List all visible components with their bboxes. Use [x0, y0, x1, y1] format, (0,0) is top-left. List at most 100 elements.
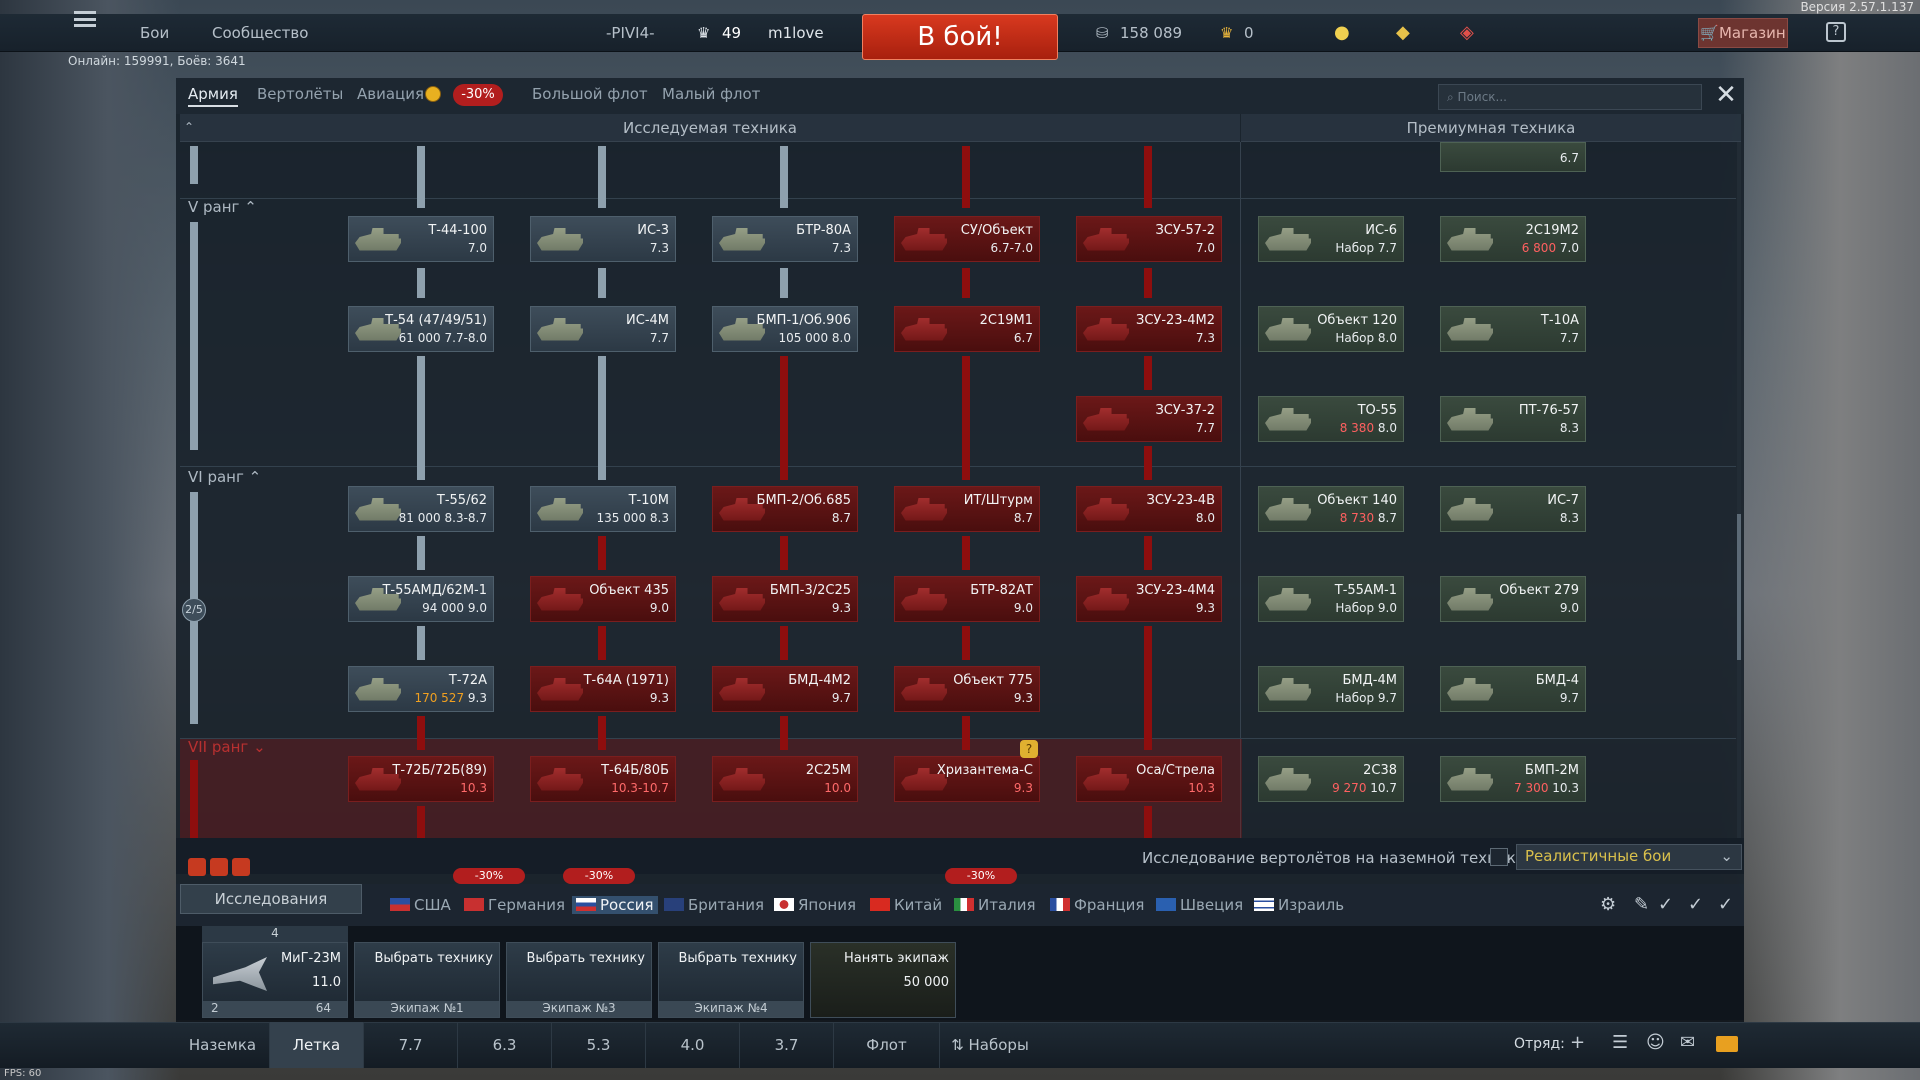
- vehicle-card[interactable]: БТР-82АТ 9.0: [894, 576, 1040, 622]
- tab-aviation[interactable]: Авиация: [357, 85, 424, 103]
- friends-icon[interactable]: ☺: [1646, 1032, 1665, 1053]
- vehicle-card[interactable]: Т-72А 170 527 9.3: [348, 666, 494, 712]
- preset-tab[interactable]: 4.0: [646, 1022, 740, 1068]
- boost-icon[interactable]: [188, 858, 206, 876]
- hire-crew-slot[interactable]: Нанять экипаж 50 000: [810, 942, 956, 1018]
- vehicle-card[interactable]: Т-55/62 81 000 8.3-8.7: [348, 486, 494, 532]
- vehicle-card[interactable]: Хризантема-С 9.3: [894, 756, 1040, 802]
- vehicle-card[interactable]: Т-10А 7.7: [1440, 306, 1586, 352]
- collapse-icon[interactable]: ⌃: [184, 120, 194, 134]
- player-name[interactable]: m1love: [768, 24, 824, 42]
- crew-slot-empty[interactable]: Выбрать технику Экипаж №4: [658, 942, 804, 1018]
- vehicle-card[interactable]: Объект 120 Набор 8.0: [1258, 306, 1404, 352]
- vehicle-card[interactable]: Оса/Стрела 10.3: [1076, 756, 1222, 802]
- vehicle-card[interactable]: Т-44-100 7.0: [348, 216, 494, 262]
- vehicle-card[interactable]: БМД-4 9.7: [1440, 666, 1586, 712]
- coupon-icon[interactable]: ◈: [1460, 22, 1474, 43]
- scrollbar-thumb[interactable]: [1737, 514, 1741, 660]
- preset-tab[interactable]: 7.7: [364, 1022, 458, 1068]
- vehicle-card[interactable]: Т-55АМ-1 Набор 9.0: [1258, 576, 1404, 622]
- rank-5-label[interactable]: V ранг ⌃: [188, 198, 257, 216]
- preset-tab[interactable]: Наземка: [176, 1022, 270, 1068]
- double-check-icon[interactable]: ✓: [1688, 894, 1703, 915]
- preset-tab[interactable]: 5.3: [552, 1022, 646, 1068]
- add-icon[interactable]: +: [1570, 1032, 1585, 1053]
- battles-menu[interactable]: Бои: [140, 24, 169, 42]
- vehicle-card[interactable]: Объект 775 9.3: [894, 666, 1040, 712]
- preset-tab[interactable]: Летка: [270, 1022, 364, 1068]
- discount-icon[interactable]: [232, 858, 250, 876]
- vehicle-card[interactable]: Т-64А (1971) 9.3: [530, 666, 676, 712]
- vehicle-card[interactable]: ИС-4М 7.7: [530, 306, 676, 352]
- check-all-icon[interactable]: ✓: [1718, 894, 1733, 915]
- lightbulb-icon[interactable]: ●: [1334, 22, 1350, 43]
- search-input[interactable]: ⌕ Поиск...: [1438, 84, 1702, 110]
- crew-slot-empty[interactable]: Выбрать технику Экипаж №1: [354, 942, 500, 1018]
- vehicle-card[interactable]: Объект 140 8 730 8.7: [1258, 486, 1404, 532]
- vehicle-card[interactable]: 2С19М2 6 800 7.0: [1440, 216, 1586, 262]
- vehicle-card[interactable]: 2С19М1 6.7: [894, 306, 1040, 352]
- gift-icon[interactable]: ◆: [1396, 22, 1410, 43]
- vehicle-card[interactable]: БТР-80А 7.3: [712, 216, 858, 262]
- preset-tab[interactable]: 6.3: [458, 1022, 552, 1068]
- vehicle-card[interactable]: ЗСУ-57-2 7.0: [1076, 216, 1222, 262]
- research-button[interactable]: Исследования: [180, 884, 362, 914]
- heli-research-checkbox[interactable]: [1490, 848, 1508, 866]
- vehicle-card[interactable]: Объект 279 9.0: [1440, 576, 1586, 622]
- tab-coastal-fleet[interactable]: Малый флот: [662, 85, 760, 103]
- nation-britain[interactable]: Британия: [664, 896, 764, 914]
- vehicle-card[interactable]: ИТ/Штурм 8.7: [894, 486, 1040, 532]
- nation-russia[interactable]: Россия: [572, 896, 658, 914]
- vehicle-card[interactable]: Т-64Б/80Б 10.3-10.7: [530, 756, 676, 802]
- menu-icon[interactable]: [74, 11, 96, 27]
- vehicle-card[interactable]: ИС-3 7.3: [530, 216, 676, 262]
- vehicle-card[interactable]: Т-10М 135 000 8.3: [530, 486, 676, 532]
- chat-icon[interactable]: ✉: [1680, 1032, 1695, 1053]
- vehicle-card[interactable]: ЗСУ-23-4М2 7.3: [1076, 306, 1222, 352]
- vehicle-card[interactable]: БМП-3/2С25 9.3: [712, 576, 858, 622]
- vehicle-card[interactable]: 6.7: [1440, 142, 1586, 172]
- vehicle-card[interactable]: ЗСУ-37-2 7.7: [1076, 396, 1222, 442]
- vehicle-card[interactable]: СУ/Объект 6.7-7.0: [894, 216, 1040, 262]
- nation-sweden[interactable]: Швеция: [1156, 896, 1243, 914]
- vehicle-card[interactable]: 2С38 9 270 10.7: [1258, 756, 1404, 802]
- vehicle-card[interactable]: ИС-6 Набор 7.7: [1258, 216, 1404, 262]
- wrench-icon[interactable]: ✎: [1634, 894, 1649, 915]
- crew-slot-vehicle[interactable]: МиГ-23М 11.0 2 64: [202, 942, 348, 1018]
- vehicle-card[interactable]: БМП-2/Об.685 8.7: [712, 486, 858, 532]
- nation-france[interactable]: Франция: [1050, 896, 1144, 914]
- tab-bluewater-fleet[interactable]: Большой флот: [532, 85, 648, 103]
- nation-italy[interactable]: Италия: [954, 896, 1036, 914]
- gear-icon[interactable]: ⚙: [1600, 894, 1616, 915]
- preset-tab[interactable]: Флот: [834, 1022, 940, 1068]
- nation-japan[interactable]: Япония: [774, 896, 856, 914]
- vehicle-card[interactable]: ЗСУ-23-4М4 9.3: [1076, 576, 1222, 622]
- vehicle-card[interactable]: БМД-4М Набор 9.7: [1258, 666, 1404, 712]
- list-icon[interactable]: ☰: [1612, 1032, 1628, 1053]
- vehicle-card[interactable]: ЗСУ-23-4В 8.0: [1076, 486, 1222, 532]
- tab-army[interactable]: Армия: [188, 85, 238, 107]
- rank-7-label[interactable]: VII ранг ⌄: [188, 738, 266, 756]
- help-button[interactable]: ?: [1826, 22, 1846, 42]
- check-icon[interactable]: ✓: [1658, 894, 1673, 915]
- vehicle-card[interactable]: БМП-2М 7 300 10.3: [1440, 756, 1586, 802]
- vehicle-card[interactable]: БМП-1/Об.906 105 000 8.0: [712, 306, 858, 352]
- close-icon[interactable]: ✕: [1712, 82, 1740, 110]
- vehicle-card[interactable]: ИС-7 8.3: [1440, 486, 1586, 532]
- crew-slot-empty[interactable]: Выбрать технику Экипаж №3: [506, 942, 652, 1018]
- nation-israel[interactable]: Израиль: [1254, 896, 1344, 914]
- vehicle-card[interactable]: ТО-55 8 380 8.0: [1258, 396, 1404, 442]
- vehicle-card[interactable]: 2С25М 10.0: [712, 756, 858, 802]
- mail-icon[interactable]: [1716, 1036, 1738, 1052]
- vehicle-card[interactable]: Объект 435 9.0: [530, 576, 676, 622]
- tab-helicopters[interactable]: Вертолёты: [257, 85, 343, 103]
- nation-germany[interactable]: Германия: [464, 896, 565, 914]
- scrollbar-track[interactable]: [1737, 142, 1741, 838]
- vehicle-card[interactable]: Т-55АМД/62М-1 94 000 9.0: [348, 576, 494, 622]
- to-battle-button[interactable]: В бой!: [862, 14, 1058, 60]
- presets-button[interactable]: ⇅ Наборы: [940, 1022, 1040, 1068]
- nation-china[interactable]: Китай: [870, 896, 942, 914]
- preset-tab[interactable]: 3.7: [740, 1022, 834, 1068]
- community-menu[interactable]: Сообщество: [212, 24, 308, 42]
- rank-6-label[interactable]: VI ранг ⌃: [188, 468, 261, 486]
